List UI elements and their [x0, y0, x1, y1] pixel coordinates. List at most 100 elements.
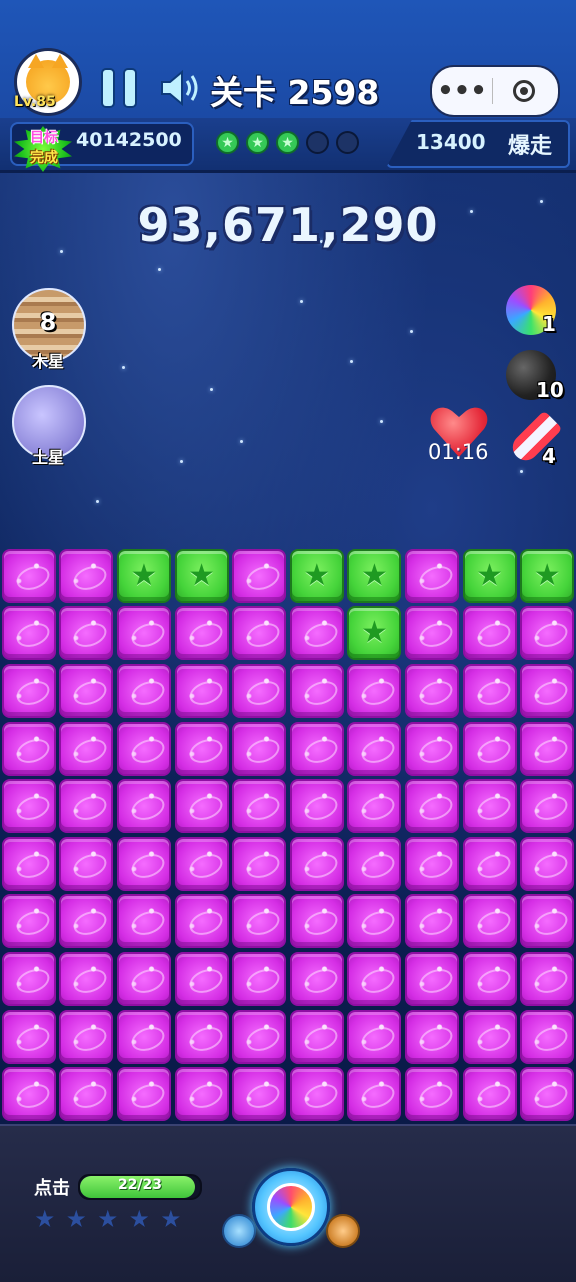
- magenta-planet-block[interactable]: [59, 836, 114, 891]
- magenta-planet-block[interactable]: [347, 1067, 402, 1122]
- close-app-button[interactable]: [493, 80, 555, 102]
- sound-button[interactable]: [158, 68, 204, 108]
- magenta-planet-block[interactable]: [462, 606, 517, 661]
- magenta-planet-block[interactable]: [117, 606, 171, 661]
- magenta-planet-block[interactable]: [1, 664, 56, 718]
- magenta-planet-block[interactable]: [520, 1067, 575, 1122]
- magenta-planet-block[interactable]: [289, 1067, 344, 1122]
- magenta-planet-block[interactable]: [462, 721, 517, 776]
- magenta-planet-block[interactable]: [289, 721, 344, 776]
- magenta-planet-block[interactable]: [520, 606, 575, 661]
- color-wheel-button[interactable]: [252, 1168, 330, 1246]
- magenta-planet-block[interactable]: [117, 1067, 171, 1122]
- magenta-planet-block[interactable]: [405, 1009, 459, 1064]
- magenta-planet-block[interactable]: [405, 894, 459, 949]
- magenta-planet-block[interactable]: [232, 952, 287, 1006]
- magenta-planet-block[interactable]: [520, 664, 575, 718]
- magenta-planet-block[interactable]: [347, 1009, 402, 1064]
- magenta-planet-block[interactable]: [405, 1067, 459, 1122]
- magenta-planet-block[interactable]: [174, 894, 229, 949]
- magenta-planet-block[interactable]: [520, 1009, 575, 1064]
- green-star-block[interactable]: ★: [462, 548, 517, 603]
- magenta-planet-block[interactable]: [174, 836, 229, 891]
- magenta-planet-block[interactable]: [174, 952, 229, 1006]
- magenta-planet-block[interactable]: [289, 664, 344, 718]
- magenta-planet-block[interactable]: [1, 894, 56, 949]
- shuffle-button[interactable]: [222, 1214, 256, 1248]
- magenta-planet-block[interactable]: [117, 952, 171, 1006]
- magenta-planet-block[interactable]: [289, 779, 344, 834]
- magenta-planet-block[interactable]: [289, 606, 344, 661]
- magenta-planet-block[interactable]: [59, 779, 114, 834]
- magenta-planet-block[interactable]: [59, 548, 114, 603]
- magenta-planet-block[interactable]: [232, 721, 287, 776]
- green-star-block[interactable]: ★: [174, 548, 229, 603]
- magenta-planet-block[interactable]: [59, 952, 114, 1006]
- magenta-planet-block[interactable]: [232, 836, 287, 891]
- green-star-block[interactable]: ★: [347, 606, 402, 661]
- magenta-planet-block[interactable]: [405, 952, 459, 1006]
- magenta-planet-block[interactable]: [1, 721, 56, 776]
- magenta-planet-block[interactable]: [117, 779, 171, 834]
- magenta-planet-block[interactable]: [289, 894, 344, 949]
- magenta-planet-block[interactable]: [347, 894, 402, 949]
- magenta-planet-block[interactable]: [405, 664, 459, 718]
- magenta-planet-block[interactable]: [232, 606, 287, 661]
- more-menu-button[interactable]: •••: [432, 78, 492, 104]
- magenta-planet-block[interactable]: [462, 664, 517, 718]
- magenta-planet-block[interactable]: [462, 894, 517, 949]
- magenta-planet-block[interactable]: [405, 779, 459, 834]
- magenta-planet-block[interactable]: [520, 721, 575, 776]
- magenta-planet-block[interactable]: [289, 1009, 344, 1064]
- magenta-planet-block[interactable]: [174, 779, 229, 834]
- magenta-planet-block[interactable]: [174, 721, 229, 776]
- magenta-planet-block[interactable]: [462, 952, 517, 1006]
- magenta-planet-block[interactable]: [59, 664, 114, 718]
- green-star-block[interactable]: ★: [347, 548, 402, 603]
- magenta-planet-block[interactable]: [232, 1009, 287, 1064]
- magenta-planet-block[interactable]: [1, 548, 56, 603]
- magenta-planet-block[interactable]: [174, 606, 229, 661]
- magenta-planet-block[interactable]: [117, 664, 171, 718]
- magenta-planet-block[interactable]: [174, 664, 229, 718]
- magenta-planet-block[interactable]: [462, 1009, 517, 1064]
- green-star-block[interactable]: ★: [117, 548, 171, 603]
- magenta-planet-block[interactable]: [1, 1067, 56, 1122]
- magenta-planet-block[interactable]: [117, 721, 171, 776]
- magenta-planet-block[interactable]: [520, 952, 575, 1006]
- magenta-planet-block[interactable]: [347, 779, 402, 834]
- magenta-planet-block[interactable]: [1, 836, 56, 891]
- pause-button[interactable]: [103, 70, 137, 106]
- magenta-planet-block[interactable]: [117, 836, 171, 891]
- magenta-planet-block[interactable]: [405, 606, 459, 661]
- magenta-planet-block[interactable]: [1, 952, 56, 1006]
- magenta-planet-block[interactable]: [1, 779, 56, 834]
- magenta-planet-block[interactable]: [59, 1067, 114, 1122]
- magenta-planet-block[interactable]: [405, 548, 459, 603]
- magenta-planet-block[interactable]: [1, 606, 56, 661]
- magenta-planet-block[interactable]: [289, 836, 344, 891]
- magenta-planet-block[interactable]: [59, 1009, 114, 1064]
- green-star-block[interactable]: ★: [289, 548, 344, 603]
- magenta-planet-block[interactable]: [462, 779, 517, 834]
- magenta-planet-block[interactable]: [347, 952, 402, 1006]
- magenta-planet-block[interactable]: [232, 1067, 287, 1122]
- magenta-planet-block[interactable]: [174, 1067, 229, 1122]
- magenta-planet-block[interactable]: [232, 664, 287, 718]
- magenta-planet-block[interactable]: [347, 664, 402, 718]
- magenta-planet-block[interactable]: [59, 894, 114, 949]
- magenta-planet-block[interactable]: [520, 836, 575, 891]
- magenta-planet-block[interactable]: [117, 894, 171, 949]
- magenta-planet-block[interactable]: [405, 721, 459, 776]
- magenta-planet-block[interactable]: [347, 836, 402, 891]
- magenta-planet-block[interactable]: [1, 1009, 56, 1064]
- magenta-planet-block[interactable]: [232, 548, 287, 603]
- magenta-planet-block[interactable]: [59, 721, 114, 776]
- magenta-planet-block[interactable]: [462, 836, 517, 891]
- magenta-planet-block[interactable]: [232, 894, 287, 949]
- magenta-planet-block[interactable]: [117, 1009, 171, 1064]
- magenta-planet-block[interactable]: [405, 836, 459, 891]
- magenta-planet-block[interactable]: [520, 894, 575, 949]
- magenta-planet-block[interactable]: [289, 952, 344, 1006]
- magenta-planet-block[interactable]: [462, 1067, 517, 1122]
